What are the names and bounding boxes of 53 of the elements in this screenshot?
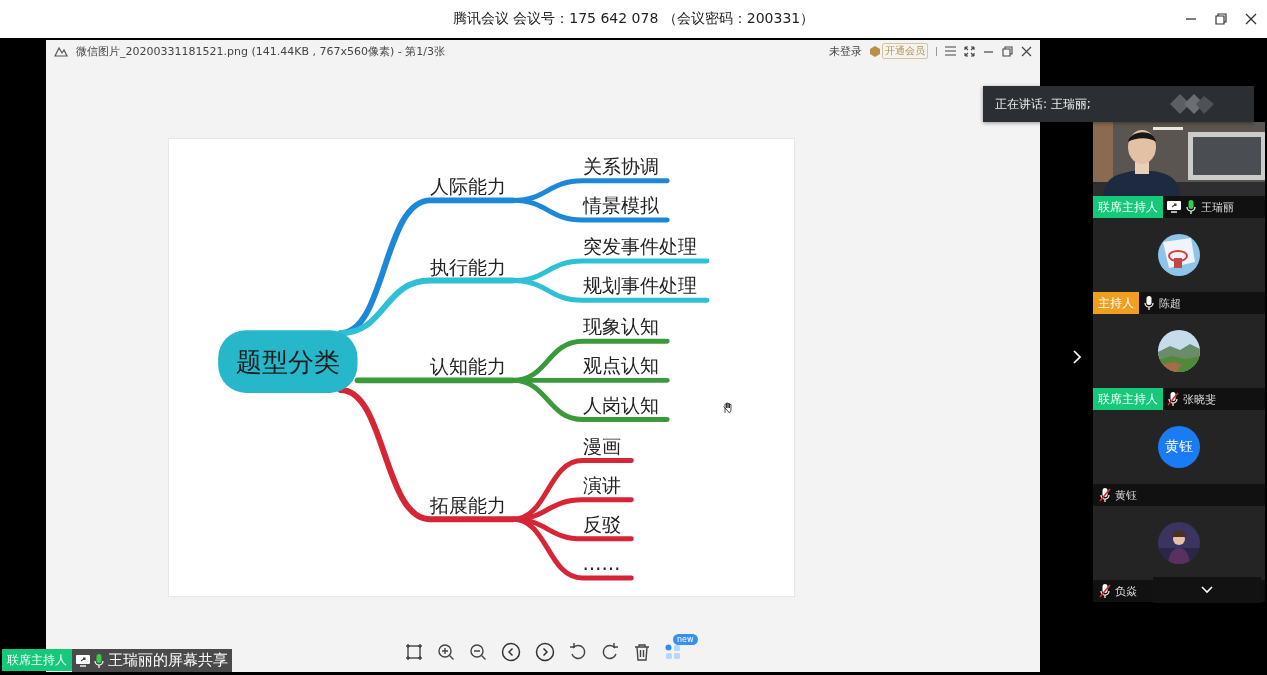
next-icon[interactable] — [535, 642, 555, 662]
image-icon — [54, 45, 68, 57]
role-badge: 联席主持人 — [1093, 388, 1163, 410]
branch-label: 执行能力 — [430, 255, 507, 278]
rotate-left-icon[interactable] — [569, 643, 587, 661]
window-title: 腾讯会议 会议号：175 642 078 （会议密码：200331） — [452, 10, 815, 28]
participant-name: 张晓斐 — [1183, 391, 1216, 407]
crop-icon[interactable] — [405, 643, 423, 661]
leaf-label: …… — [582, 552, 621, 574]
speaking-text: 正在讲话: 王瑞丽; — [995, 95, 1091, 113]
share-label: 王瑞丽的屏幕共享 — [108, 651, 228, 670]
branch-label: 认知能力 — [430, 355, 507, 378]
branch-label: 人际能力 — [430, 175, 507, 198]
chevron-down-icon — [1201, 586, 1213, 594]
hexagon-icon — [870, 45, 880, 57]
hand-cursor-icon — [722, 402, 734, 414]
leaf-label: 人岗认知 — [582, 393, 659, 416]
role-badge: 联席主持人 — [2, 649, 72, 671]
zoom-in-icon[interactable] — [437, 643, 455, 661]
participant-name: 陈超 — [1159, 295, 1181, 311]
screen-share-icon — [76, 654, 90, 667]
apps-icon[interactable] — [665, 644, 681, 660]
leaf-label: 观点认知 — [582, 354, 659, 377]
branch-label: 拓展能力 — [430, 494, 507, 517]
trash-icon[interactable] — [633, 643, 651, 661]
leaf-label: 突发事件处理 — [582, 235, 697, 258]
participant-name: 王瑞丽 — [1201, 199, 1234, 215]
leaf-label: 漫画 — [582, 434, 621, 457]
leaf-label: 现象认知 — [582, 315, 659, 338]
fullscreen-icon[interactable] — [964, 45, 975, 57]
close-icon[interactable] — [1021, 45, 1032, 57]
avatar: 黄钰 — [1158, 426, 1200, 468]
rotate-right-icon[interactable] — [601, 643, 619, 661]
new-badge: new — [673, 634, 698, 645]
leaf-label: 反驳 — [582, 512, 621, 535]
maximize-icon[interactable] — [1215, 13, 1227, 25]
leaf-label: 情景模拟 — [582, 194, 659, 216]
role-badge: 主持人 — [1093, 292, 1139, 314]
previous-icon[interactable] — [501, 642, 521, 662]
leaf-label: 规划事件处理 — [582, 274, 697, 297]
microphone-icon — [94, 653, 104, 668]
file-info: 微信图片_20200331181521.png (141.44KB , 767x560像素) - 第1/3张 — [76, 43, 445, 59]
leaf-label: 关系协调 — [582, 154, 659, 177]
login-status[interactable]: 未登录 — [829, 43, 862, 59]
leaf-label: 演讲 — [582, 473, 621, 496]
root-node: 题型分类 — [218, 330, 358, 393]
role-badge: 联席主持人 — [1093, 196, 1163, 218]
zoom-out-icon[interactable] — [469, 643, 487, 661]
participant-name: 负焱 — [1115, 583, 1137, 599]
logo-icon — [1170, 93, 1214, 115]
close-icon[interactable] — [1245, 13, 1257, 25]
participant-name: 黄钰 — [1115, 487, 1137, 503]
restore-icon[interactable] — [1002, 45, 1013, 57]
